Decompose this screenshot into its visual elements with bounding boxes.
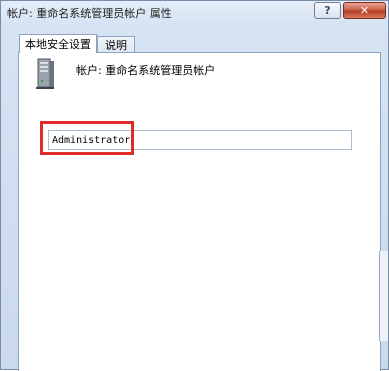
close-button[interactable]: ✕ [343,2,386,19]
close-icon: ✕ [359,4,370,17]
tab-explain[interactable]: 说明 [97,36,135,53]
scrollbar[interactable] [379,251,388,341]
help-icon: ? [324,4,331,17]
window-title: 帐户: 重命名系统管理员帐户 属性 [7,7,172,20]
tab-local-security-setting[interactable]: 本地安全设置 [19,34,97,53]
server-icon [36,58,54,89]
account-name-input[interactable] [48,130,352,150]
properties-dialog: 帐户: 重命名系统管理员帐户 属性 ? ✕ 本地安全设置 说明 帐户: 重命名系… [0,0,389,371]
tab-label: 说明 [105,39,127,52]
tab-panel [18,52,381,371]
tab-label: 本地安全设置 [25,38,91,51]
policy-name: 帐户: 重命名系统管理员帐户 [76,64,216,77]
help-button[interactable]: ? [314,2,341,19]
